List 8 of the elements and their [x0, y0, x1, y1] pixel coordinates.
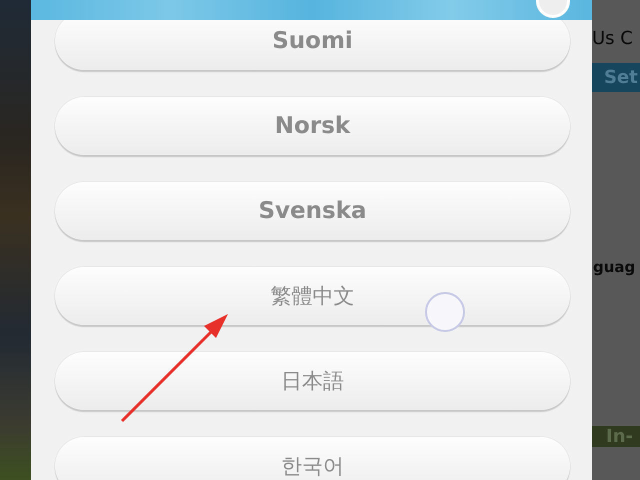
language-button[interactable]: 日本語	[55, 352, 570, 410]
background-text: Us C	[592, 28, 634, 49]
language-label: guag	[592, 258, 636, 276]
language-button[interactable]: 繁體中文	[55, 267, 570, 325]
set-tab-label: Set	[592, 63, 640, 92]
language-button[interactable]: Svenska	[55, 182, 570, 240]
language-button[interactable]: 한국어	[55, 437, 570, 480]
language-button[interactable]: Norsk	[55, 97, 570, 155]
